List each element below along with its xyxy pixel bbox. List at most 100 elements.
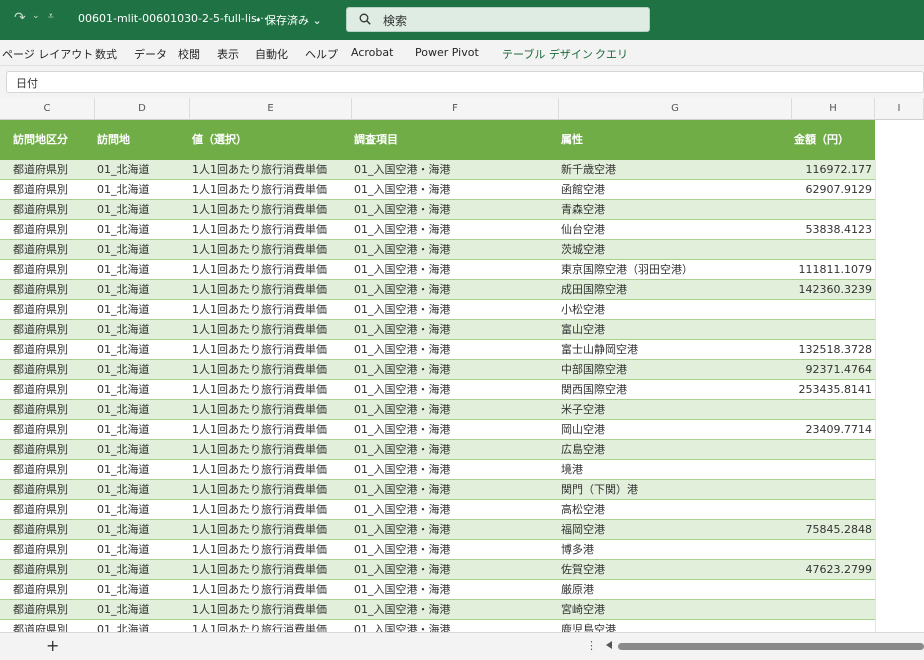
cell-visit-category[interactable]: 都道府県別 <box>13 240 93 259</box>
cell-survey-item[interactable]: 01_入国空港・海港 <box>354 300 557 319</box>
table-row[interactable]: 都道府県別 01_北海道 1人1回あたり旅行消費単価 01_入国空港・海港 岡山空港 23… <box>0 420 875 440</box>
cell-visit-category[interactable]: 都道府県別 <box>13 340 93 359</box>
cell-value-selection[interactable]: 1人1回あたり旅行消費単価 <box>192 340 350 359</box>
search-box[interactable] <box>346 7 650 32</box>
cell-attribute[interactable]: 宮崎空港 <box>561 600 790 619</box>
cell-attribute[interactable]: 富士山静岡空港 <box>561 340 790 359</box>
cell-survey-item[interactable]: 01_入国空港・海港 <box>354 320 557 339</box>
table-row[interactable]: 都道府県別 01_北海道 1人1回あたり旅行消費単価 01_入国空港・海港 宮崎空港 <box>0 600 875 620</box>
cell-amount[interactable] <box>794 200 872 219</box>
tab-review[interactable]: 校閲 <box>178 46 200 62</box>
save-status[interactable]: • 保存済み ⌄ <box>255 12 322 28</box>
cell-attribute[interactable]: 岡山空港 <box>561 420 790 439</box>
table-row[interactable]: 都道府県別 01_北海道 1人1回あたり旅行消費単価 01_入国空港・海港 東京国際空港… <box>0 260 875 280</box>
tab-table-design[interactable]: テーブル デザイン <box>502 46 593 62</box>
cell-destination[interactable]: 01_北海道 <box>97 320 187 339</box>
cell-destination[interactable]: 01_北海道 <box>97 600 187 619</box>
cell-attribute[interactable]: 青森空港 <box>561 200 790 219</box>
table-row[interactable]: 都道府県別 01_北海道 1人1回あたり旅行消費単価 01_入国空港・海港 鹿児島空港 <box>0 620 875 632</box>
cell-amount[interactable]: 116972.177 <box>794 160 872 179</box>
cell-amount[interactable]: 253435.8141 <box>794 380 872 399</box>
cell-visit-category[interactable]: 都道府県別 <box>13 440 93 459</box>
cell-amount[interactable] <box>794 240 872 259</box>
cell-destination[interactable]: 01_北海道 <box>97 180 187 199</box>
cell-attribute[interactable]: 函館空港 <box>561 180 790 199</box>
cell-survey-item[interactable]: 01_入国空港・海港 <box>354 560 557 579</box>
cell-visit-category[interactable]: 都道府県別 <box>13 480 93 499</box>
scroll-left-icon[interactable] <box>606 641 612 649</box>
cell-attribute[interactable]: 仙台空港 <box>561 220 790 239</box>
horizontal-scrollbar[interactable] <box>618 643 924 650</box>
cell-destination[interactable]: 01_北海道 <box>97 260 187 279</box>
cell-survey-item[interactable]: 01_入国空港・海港 <box>354 520 557 539</box>
cell-amount[interactable]: 92371.4764 <box>794 360 872 379</box>
column-header-i[interactable]: I <box>875 98 924 120</box>
cell-destination[interactable]: 01_北海道 <box>97 620 187 632</box>
table-row[interactable]: 都道府県別 01_北海道 1人1回あたり旅行消費単価 01_入国空港・海港 高松空港 <box>0 500 875 520</box>
cell-survey-item[interactable]: 01_入国空港・海港 <box>354 540 557 559</box>
cell-amount[interactable] <box>794 480 872 499</box>
header-survey-item[interactable]: 調査項目 <box>354 120 398 160</box>
cell-amount[interactable]: 142360.3239 <box>794 280 872 299</box>
cell-value-selection[interactable]: 1人1回あたり旅行消費単価 <box>192 540 350 559</box>
cell-attribute[interactable]: 新千歳空港 <box>561 160 790 179</box>
cell-survey-item[interactable]: 01_入国空港・海港 <box>354 240 557 259</box>
table-row[interactable]: 都道府県別 01_北海道 1人1回あたり旅行消費単価 01_入国空港・海港 関門（下関）… <box>0 480 875 500</box>
table-row[interactable]: 都道府県別 01_北海道 1人1回あたり旅行消費単価 01_入国空港・海港 厳原港 <box>0 580 875 600</box>
cell-amount[interactable] <box>794 540 872 559</box>
cell-value-selection[interactable]: 1人1回あたり旅行消費単価 <box>192 380 350 399</box>
cell-attribute[interactable]: 関西国際空港 <box>561 380 790 399</box>
cell-visit-category[interactable]: 都道府県別 <box>13 560 93 579</box>
cell-visit-category[interactable]: 都道府県別 <box>13 620 93 632</box>
cell-destination[interactable]: 01_北海道 <box>97 580 187 599</box>
table-row[interactable]: 都道府県別 01_北海道 1人1回あたり旅行消費単価 01_入国空港・海港 博多港 <box>0 540 875 560</box>
header-destination[interactable]: 訪問地 <box>97 120 130 160</box>
cell-attribute[interactable]: 富山空港 <box>561 320 790 339</box>
cell-survey-item[interactable]: 01_入国空港・海港 <box>354 500 557 519</box>
cell-amount[interactable] <box>794 440 872 459</box>
cell-visit-category[interactable]: 都道府県別 <box>13 400 93 419</box>
table-row[interactable]: 都道府県別 01_北海道 1人1回あたり旅行消費単価 01_入国空港・海港 境港 <box>0 460 875 480</box>
cell-attribute[interactable]: 広島空港 <box>561 440 790 459</box>
cell-attribute[interactable]: 福岡空港 <box>561 520 790 539</box>
cell-visit-category[interactable]: 都道府県別 <box>13 600 93 619</box>
cell-amount[interactable] <box>794 400 872 419</box>
cell-visit-category[interactable]: 都道府県別 <box>13 380 93 399</box>
redo-dropdown-icon[interactable]: ⌄ <box>32 11 40 21</box>
tab-help[interactable]: ヘルプ <box>305 46 338 62</box>
cell-destination[interactable]: 01_北海道 <box>97 300 187 319</box>
cell-destination[interactable]: 01_北海道 <box>97 440 187 459</box>
cell-amount[interactable] <box>794 580 872 599</box>
cell-value-selection[interactable]: 1人1回あたり旅行消費単価 <box>192 260 350 279</box>
cell-destination[interactable]: 01_北海道 <box>97 520 187 539</box>
formula-input[interactable]: 日付 <box>6 71 924 93</box>
cell-value-selection[interactable]: 1人1回あたり旅行消費単価 <box>192 460 350 479</box>
cell-survey-item[interactable]: 01_入国空港・海港 <box>354 600 557 619</box>
cell-visit-category[interactable]: 都道府県別 <box>13 420 93 439</box>
cell-value-selection[interactable]: 1人1回あたり旅行消費単価 <box>192 560 350 579</box>
cell-value-selection[interactable]: 1人1回あたり旅行消費単価 <box>192 480 350 499</box>
search-input[interactable] <box>381 11 635 30</box>
cell-amount[interactable]: 111811.1079 <box>794 260 872 279</box>
cell-visit-category[interactable]: 都道府県別 <box>13 300 93 319</box>
cell-visit-category[interactable]: 都道府県別 <box>13 180 93 199</box>
cell-destination[interactable]: 01_北海道 <box>97 420 187 439</box>
cell-amount[interactable]: 47623.2799 <box>794 560 872 579</box>
redo-icon[interactable]: ↷ <box>14 10 26 26</box>
cell-destination[interactable]: 01_北海道 <box>97 220 187 239</box>
cell-visit-category[interactable]: 都道府県別 <box>13 280 93 299</box>
cell-attribute[interactable]: 中部国際空港 <box>561 360 790 379</box>
cell-destination[interactable]: 01_北海道 <box>97 380 187 399</box>
cell-visit-category[interactable]: 都道府県別 <box>13 500 93 519</box>
cell-destination[interactable]: 01_北海道 <box>97 540 187 559</box>
table-row[interactable]: 都道府県別 01_北海道 1人1回あたり旅行消費単価 01_入国空港・海港 小松空港 <box>0 300 875 320</box>
tab-automate[interactable]: 自動化 <box>255 46 288 62</box>
cell-value-selection[interactable]: 1人1回あたり旅行消費単価 <box>192 160 350 179</box>
table-row[interactable]: 都道府県別 01_北海道 1人1回あたり旅行消費単価 01_入国空港・海港 富山空港 <box>0 320 875 340</box>
table-row[interactable]: 都道府県別 01_北海道 1人1回あたり旅行消費単価 01_入国空港・海港 関西国際空港… <box>0 380 875 400</box>
cell-value-selection[interactable]: 1人1回あたり旅行消費単価 <box>192 580 350 599</box>
cell-attribute[interactable]: 博多港 <box>561 540 790 559</box>
cell-visit-category[interactable]: 都道府県別 <box>13 360 93 379</box>
cell-destination[interactable]: 01_北海道 <box>97 340 187 359</box>
table-row[interactable]: 都道府県別 01_北海道 1人1回あたり旅行消費単価 01_入国空港・海港 茨城空港 <box>0 240 875 260</box>
